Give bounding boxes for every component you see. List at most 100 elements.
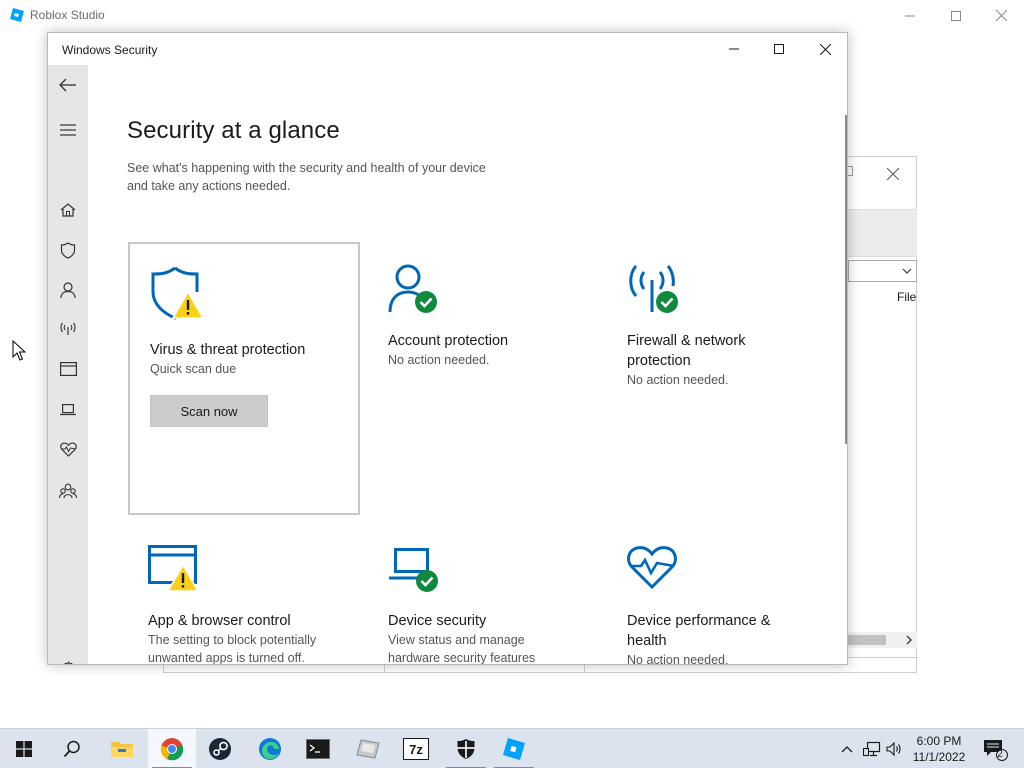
scan-now-button[interactable]: Scan now [150, 395, 268, 427]
network-wired-icon [863, 741, 881, 757]
tile-status: Quick scan due [150, 362, 237, 376]
tile-title: Firewall & network protection [627, 333, 746, 369]
network-tray-button[interactable] [860, 729, 884, 768]
steam-icon [209, 738, 231, 760]
nav-app-browser-control[interactable] [48, 351, 88, 387]
family-icon [59, 483, 77, 499]
file-column-header[interactable]: File [897, 290, 916, 304]
clock-date: 11/1/2022 [912, 750, 966, 764]
wireless-antenna-icon [60, 322, 76, 335]
roblox-studio-titlebar[interactable]: Roblox Studio [0, 0, 1024, 31]
antenna-check-icon [629, 265, 678, 313]
nav-family-options[interactable] [48, 473, 88, 509]
svg-text:7z: 7z [409, 742, 423, 757]
nav-account-protection[interactable] [48, 272, 88, 308]
window-title: Windows Security [62, 43, 158, 57]
notification-count: 2 [997, 749, 1003, 760]
tile-status: View status and manage hardware security… [388, 633, 536, 665]
tile-status: No action needed. [627, 373, 729, 387]
tile-firewall-network-protection[interactable]: Firewall & network protection No action … [607, 242, 839, 515]
chrome-icon [160, 738, 184, 761]
taskbar-edge[interactable] [246, 729, 294, 768]
nav-home[interactable] [48, 192, 88, 228]
chevron-down-icon [902, 268, 912, 274]
settings-button[interactable] [48, 651, 88, 664]
taskbar-steam[interactable] [196, 729, 244, 768]
back-arrow-icon [59, 78, 76, 92]
taskbar-unknown-app[interactable] [344, 729, 392, 768]
nav-device-security[interactable] [48, 391, 88, 427]
menu-button[interactable] [48, 112, 88, 148]
person-check-icon [388, 264, 437, 313]
roblox-close-button[interactable] [978, 0, 1024, 31]
minimize-icon [729, 48, 739, 50]
close-icon [886, 167, 900, 181]
terminal-icon [306, 739, 330, 759]
taskbar-roblox-studio[interactable] [490, 729, 538, 768]
home-icon [60, 203, 76, 217]
7zip-icon: 7z [403, 738, 429, 760]
app-browser-window-icon [59, 362, 77, 376]
nav-device-performance[interactable] [48, 431, 88, 467]
tile-virus-threat-protection[interactable]: Virus & threat protection Quick scan due… [128, 242, 360, 515]
taskbar-7zip[interactable]: 7z [392, 729, 440, 768]
edge-icon [259, 738, 281, 760]
tile-title: Device performance & health [627, 613, 771, 649]
clock-time: 6:00 PM [916, 734, 962, 748]
page-title: Security at a glance [127, 117, 340, 144]
windows-logo-icon [16, 741, 32, 757]
tile-status: The setting to block potentially unwante… [148, 633, 317, 665]
minimize-button[interactable] [711, 33, 757, 65]
windows-security-shield-icon [457, 739, 475, 759]
show-hidden-icons-button[interactable] [836, 729, 858, 768]
taskbar-search-button[interactable] [48, 729, 96, 768]
tile-title: Virus & threat protection [150, 342, 306, 358]
windows-security-titlebar[interactable]: Windows Security [48, 33, 847, 65]
taskbar-clock[interactable]: 6:00 PM 11/1/2022 [902, 733, 976, 765]
page-subtitle: See what's happening with the security a… [127, 161, 486, 193]
maximize-icon [774, 44, 784, 54]
taskbar-command-prompt[interactable] [294, 729, 342, 768]
tile-app-browser-control[interactable]: App & browser control The setting to blo… [128, 533, 360, 665]
mouse-cursor-icon [12, 340, 26, 361]
maximize-icon [951, 10, 961, 21]
maximize-button[interactable] [756, 33, 802, 65]
app-tile-icon [356, 739, 380, 759]
taskbar-windows-security[interactable] [442, 729, 490, 768]
taskbar-chrome[interactable] [148, 729, 196, 768]
scrollbar-thumb[interactable] [848, 635, 886, 645]
tile-device-performance-health[interactable]: Device performance & health No action ne… [607, 533, 839, 664]
chevron-right-icon[interactable] [905, 632, 913, 648]
roblox-studio-logo-icon [10, 8, 24, 22]
tile-device-security[interactable]: Device security View status and manage h… [368, 533, 600, 665]
roblox-maximize-button[interactable] [933, 0, 979, 31]
taskbar-file-explorer[interactable] [98, 729, 146, 768]
dialog-close-button[interactable] [882, 163, 904, 185]
gear-icon [63, 660, 73, 664]
taskbar: 7z 6:00 PM 11/1/2022 2 [0, 728, 1024, 768]
nav-firewall[interactable] [48, 311, 88, 347]
search-icon [63, 740, 80, 758]
navigation-sidebar [48, 65, 88, 664]
volume-tray-button[interactable] [884, 729, 904, 768]
dialog-horizontal-scrollbar[interactable] [848, 632, 917, 648]
vertical-scrollbar[interactable] [845, 115, 847, 444]
close-icon [819, 43, 831, 55]
heart-health-icon [59, 441, 77, 457]
start-button[interactable] [0, 729, 48, 768]
shield-icon [60, 241, 76, 259]
folder-icon [111, 742, 133, 757]
roblox-studio-icon [503, 738, 525, 760]
tile-title: Account protection [388, 333, 509, 349]
window-warning-icon [148, 545, 200, 592]
roblox-minimize-button[interactable] [887, 0, 933, 31]
windows-security-window: Windows Security Security at a glance Se… [47, 32, 848, 665]
minimize-icon [905, 15, 915, 16]
laptop-icon [60, 403, 76, 415]
tile-account-protection[interactable]: Account protection No action needed. [368, 242, 600, 515]
close-button[interactable] [802, 33, 847, 65]
notifications-button[interactable]: 2 [978, 729, 1012, 768]
dialog-dropdown[interactable] [848, 260, 917, 282]
back-button[interactable] [48, 67, 88, 103]
nav-virus-protection[interactable] [48, 232, 88, 268]
